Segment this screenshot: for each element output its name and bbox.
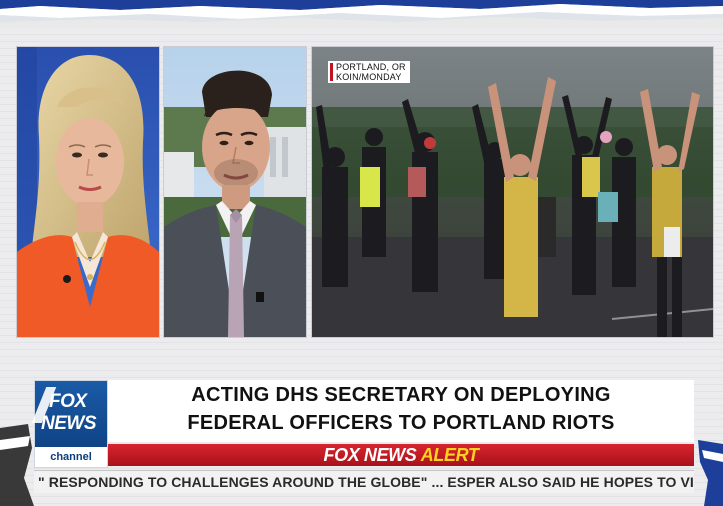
ticker-text: " RESPONDING TO CHALLENGES AROUND THE GL… (38, 474, 694, 490)
news-ticker: " RESPONDING TO CHALLENGES AROUND THE GL… (34, 470, 694, 493)
alert-word: ALERT (420, 445, 479, 465)
headline-box: ACTING DHS SECRETARY ON DEPLOYING FEDERA… (108, 380, 694, 442)
alert-bar: FOX NEWS ALERT (108, 444, 694, 466)
location-tag-city: PORTLAND, OR (336, 62, 406, 72)
headline-line-1: ACTING DHS SECRETARY ON DEPLOYING (191, 384, 611, 406)
anchor-video-frame (17, 47, 159, 337)
torn-edge-right (698, 440, 723, 506)
guest-video-panel (163, 46, 307, 338)
location-tag: PORTLAND, OR KOIN/MONDAY (328, 61, 410, 83)
lower-third: FOX NEWS channel ACTING DHS SECRETARY ON… (31, 380, 694, 496)
broadcast-frame: PORTLAND, OR KOIN/MONDAY FOX NEWS channe… (0, 0, 723, 506)
logo-fox-text: FOX (49, 391, 87, 412)
location-tag-source: KOIN/MONDAY (336, 72, 402, 82)
guest-video-frame (164, 47, 306, 337)
logo-channel-text: channel (35, 447, 107, 467)
protest-video-panel: PORTLAND, OR KOIN/MONDAY (311, 46, 714, 338)
torn-banner-graphic (0, 0, 723, 28)
headline-line-2: FEDERAL OFFICERS TO PORTLAND RIOTS (187, 412, 615, 434)
fox-news-logo: FOX NEWS channel (31, 380, 108, 468)
anchor-video-panel (16, 46, 160, 338)
logo-news-text: NEWS (41, 413, 97, 434)
alert-brand: FOX NEWS (323, 445, 417, 465)
protest-video-frame (312, 47, 713, 337)
torn-edge-left (0, 424, 34, 506)
